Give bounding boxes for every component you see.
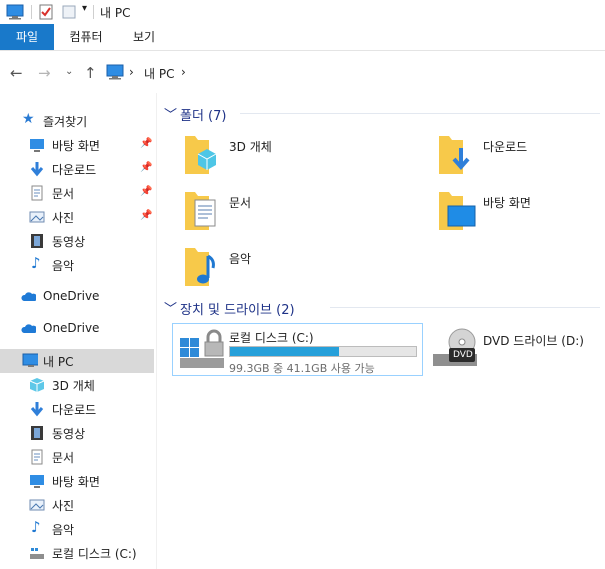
section-divider [240,113,600,114]
tab-file[interactable]: 파일 [0,24,54,50]
up-arrow-icon[interactable]: ↑ [84,64,97,82]
computer-icon[interactable] [6,4,24,20]
cloud-icon [21,324,36,333]
back-arrow-icon[interactable]: ← [10,64,23,82]
sidebar-item-music[interactable]: ♪ 음악 [0,253,154,277]
sidebar-item-documents[interactable]: 문서 📌 [0,181,154,205]
windows-drive-icon [180,329,224,368]
download-arrow-icon [30,162,44,177]
disk-usage-fill [230,347,339,356]
separator [31,5,32,19]
music-note-icon: ♪ [31,254,41,272]
drive-tile-dvd[interactable]: DVD DVD 드라이브 (D:) [430,323,605,374]
sidebar-item-desktop-pc[interactable]: 바탕 화면 [0,469,154,493]
separator [93,5,94,19]
sidebar-item-onedrive[interactable]: OneDrive [0,285,154,309]
new-folder-icon[interactable] [61,4,77,20]
devices-section-header[interactable]: 장치 및 드라이브 (2) [180,299,295,318]
sidebar-item-videos[interactable]: 동영상 [0,229,154,253]
title-bar: ▾ 내 PC [0,0,605,24]
breadcrumb-chevron-icon[interactable]: › [129,65,134,79]
download-arrow-icon [30,402,44,417]
sidebar-item-quick-access[interactable]: ★ 즐겨찾기 [0,109,154,133]
film-icon [31,234,43,248]
sidebar-item-local-disk[interactable]: 로컬 디스크 (C:) [0,541,154,565]
recent-locations-chevron-icon[interactable]: ⌄ [65,66,73,77]
collapse-chevron-icon[interactable]: ﹀ [164,104,177,123]
pin-icon[interactable]: 📌 [140,162,152,173]
pin-icon[interactable]: 📌 [140,210,152,221]
drive-tile-local-disk[interactable]: 로컬 디스크 (C:) 99.3GB 중 41.1GB 사용 가능 [172,323,423,376]
sidebar-item-onedrive-2[interactable]: OneDrive [0,317,154,341]
computer-icon [106,64,124,80]
star-icon: ★ [22,111,35,127]
folders-section-header[interactable]: 폴더 (7) [180,105,226,124]
document-icon [31,449,43,465]
folder-documents-icon [185,192,216,230]
folder-tile-music[interactable]: 음악 [183,244,423,290]
folder-download-icon [439,136,470,174]
folder-tile-downloads[interactable]: 다운로드 [437,132,597,178]
folder-music-icon [185,248,215,286]
desktop-icon [30,139,44,152]
cloud-icon [21,292,36,301]
dvd-badge: DVD [453,350,473,360]
folder-tile-documents[interactable]: 문서 [183,188,423,234]
forward-arrow-icon[interactable]: → [38,64,51,82]
folder-3d-icon [185,136,217,174]
folder-desktop-icon [439,192,476,230]
pictures-icon [29,211,45,223]
collapse-chevron-icon[interactable]: ﹀ [164,298,177,317]
section-divider [330,307,600,308]
disk-usage-bar [229,346,417,357]
pane-divider [156,93,157,569]
sidebar-item-downloads-pc[interactable]: 다운로드 [0,397,154,421]
sidebar-item-pictures[interactable]: 사진 📌 [0,205,154,229]
window-title: 내 PC [100,6,131,20]
drive-name: 로컬 디스크 (C:) [229,331,314,345]
drive-name: DVD 드라이브 (D:) [483,334,584,348]
folder-tile-3d-objects[interactable]: 3D 개체 [183,132,423,178]
customize-toolbar-icon[interactable]: ▾ [82,3,87,14]
address-bar: ← → ⌄ ↑ › 내 PC › [0,51,605,93]
breadcrumb-chevron-icon[interactable]: › [181,65,186,79]
disk-space-text: 99.3GB 중 41.1GB 사용 가능 [229,362,375,375]
drive-icon [30,548,44,559]
cube-icon [29,378,45,392]
tab-view[interactable]: 보기 [124,24,164,50]
pin-icon[interactable]: 📌 [140,186,152,197]
navigation-pane: ★ 즐겨찾기 바탕 화면 📌 다운로드 📌 문서 📌 사진 📌 동영상 ♪ 음악… [0,93,156,569]
breadcrumb-this-pc[interactable]: 내 PC [144,65,174,82]
sidebar-item-videos-pc[interactable]: 동영상 [0,421,154,445]
tab-computer[interactable]: 컴퓨터 [62,24,110,50]
ribbon: 파일 컴퓨터 보기 [0,24,605,51]
sidebar-item-desktop[interactable]: 바탕 화면 📌 [0,133,154,157]
properties-icon[interactable] [38,4,54,20]
pictures-icon [29,499,45,511]
sidebar-item-this-pc[interactable]: 내 PC [0,349,154,373]
sidebar-item-pictures-pc[interactable]: 사진 [0,493,154,517]
sidebar-item-3d-objects[interactable]: 3D 개체 [0,373,154,397]
pin-icon[interactable]: 📌 [140,138,152,149]
dvd-drive-icon [433,328,477,366]
desktop-icon [30,475,44,488]
sidebar-item-documents-pc[interactable]: 문서 [0,445,154,469]
computer-icon [22,353,38,367]
music-note-icon: ♪ [31,518,41,536]
document-icon [31,185,43,201]
sidebar-item-downloads[interactable]: 다운로드 📌 [0,157,154,181]
sidebar-item-music-pc[interactable]: ♪ 음악 [0,517,154,541]
folder-tile-desktop[interactable]: 바탕 화면 [437,188,597,234]
film-icon [31,426,43,440]
